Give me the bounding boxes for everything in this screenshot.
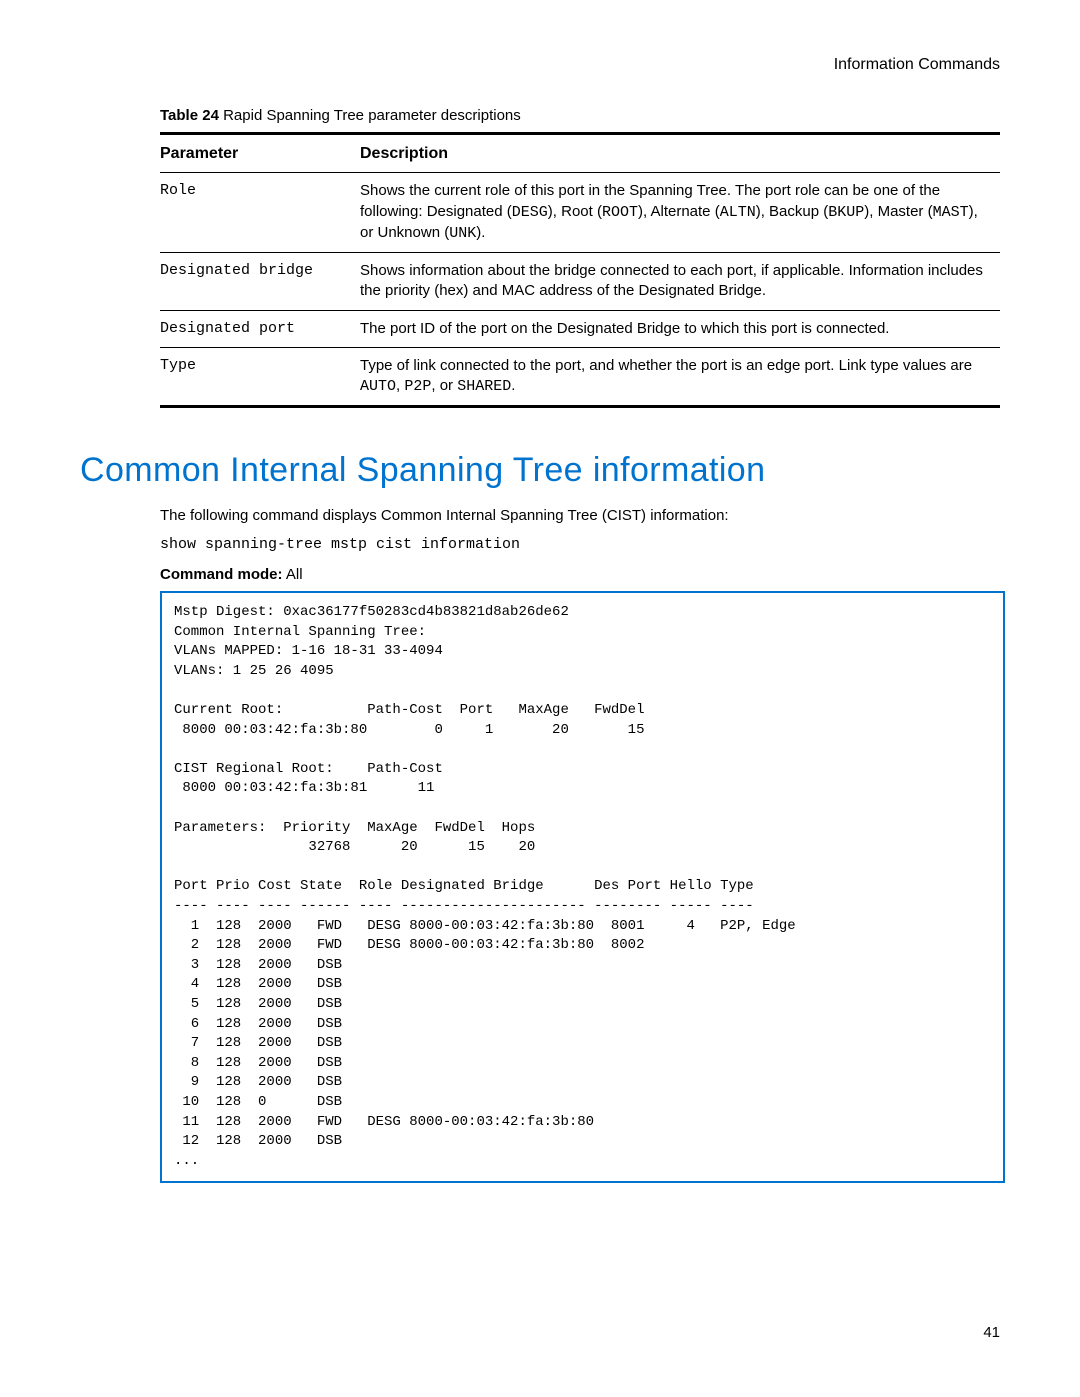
table-row: RoleShows the current role of this port …	[160, 173, 1000, 253]
command-mode-label: Command mode:	[160, 566, 283, 583]
parameter-name: Role	[160, 173, 360, 253]
parameter-description: The port ID of the port on the Designate…	[360, 310, 1000, 347]
table-caption-number: Table 24	[160, 107, 219, 124]
page-number: 41	[983, 1323, 1000, 1343]
parameter-description: Shows the current role of this port in t…	[360, 173, 1000, 253]
command-mode-line: Command mode: All	[160, 565, 980, 585]
column-header-parameter: Parameter	[160, 133, 360, 173]
command-line: show spanning-tree mstp cist information	[160, 535, 980, 555]
table-caption-text: Rapid Spanning Tree parameter descriptio…	[223, 107, 521, 124]
section-heading: Common Internal Spanning Tree informatio…	[80, 448, 1000, 494]
parameter-description: Type of link connected to the port, and …	[360, 347, 1000, 407]
parameter-name: Designated port	[160, 310, 360, 347]
console-output: Mstp Digest: 0xac36177f50283cd4b83821d8a…	[160, 591, 1005, 1183]
body-text: The following command displays Common In…	[160, 506, 980, 526]
table-row: Designated portThe port ID of the port o…	[160, 310, 1000, 347]
table-row: TypeType of link connected to the port, …	[160, 347, 1000, 407]
parameter-name: Type	[160, 347, 360, 407]
table-caption: Table 24 Rapid Spanning Tree parameter d…	[160, 106, 1000, 126]
parameter-name: Designated bridge	[160, 253, 360, 311]
table-row: Designated bridgeShows information about…	[160, 253, 1000, 311]
parameter-description: Shows information about the bridge conne…	[360, 253, 1000, 311]
parameter-table: Parameter Description RoleShows the curr…	[160, 132, 1000, 409]
page-header: Information Commands	[100, 54, 1000, 76]
column-header-description: Description	[360, 133, 1000, 173]
command-mode-value: All	[286, 566, 303, 583]
